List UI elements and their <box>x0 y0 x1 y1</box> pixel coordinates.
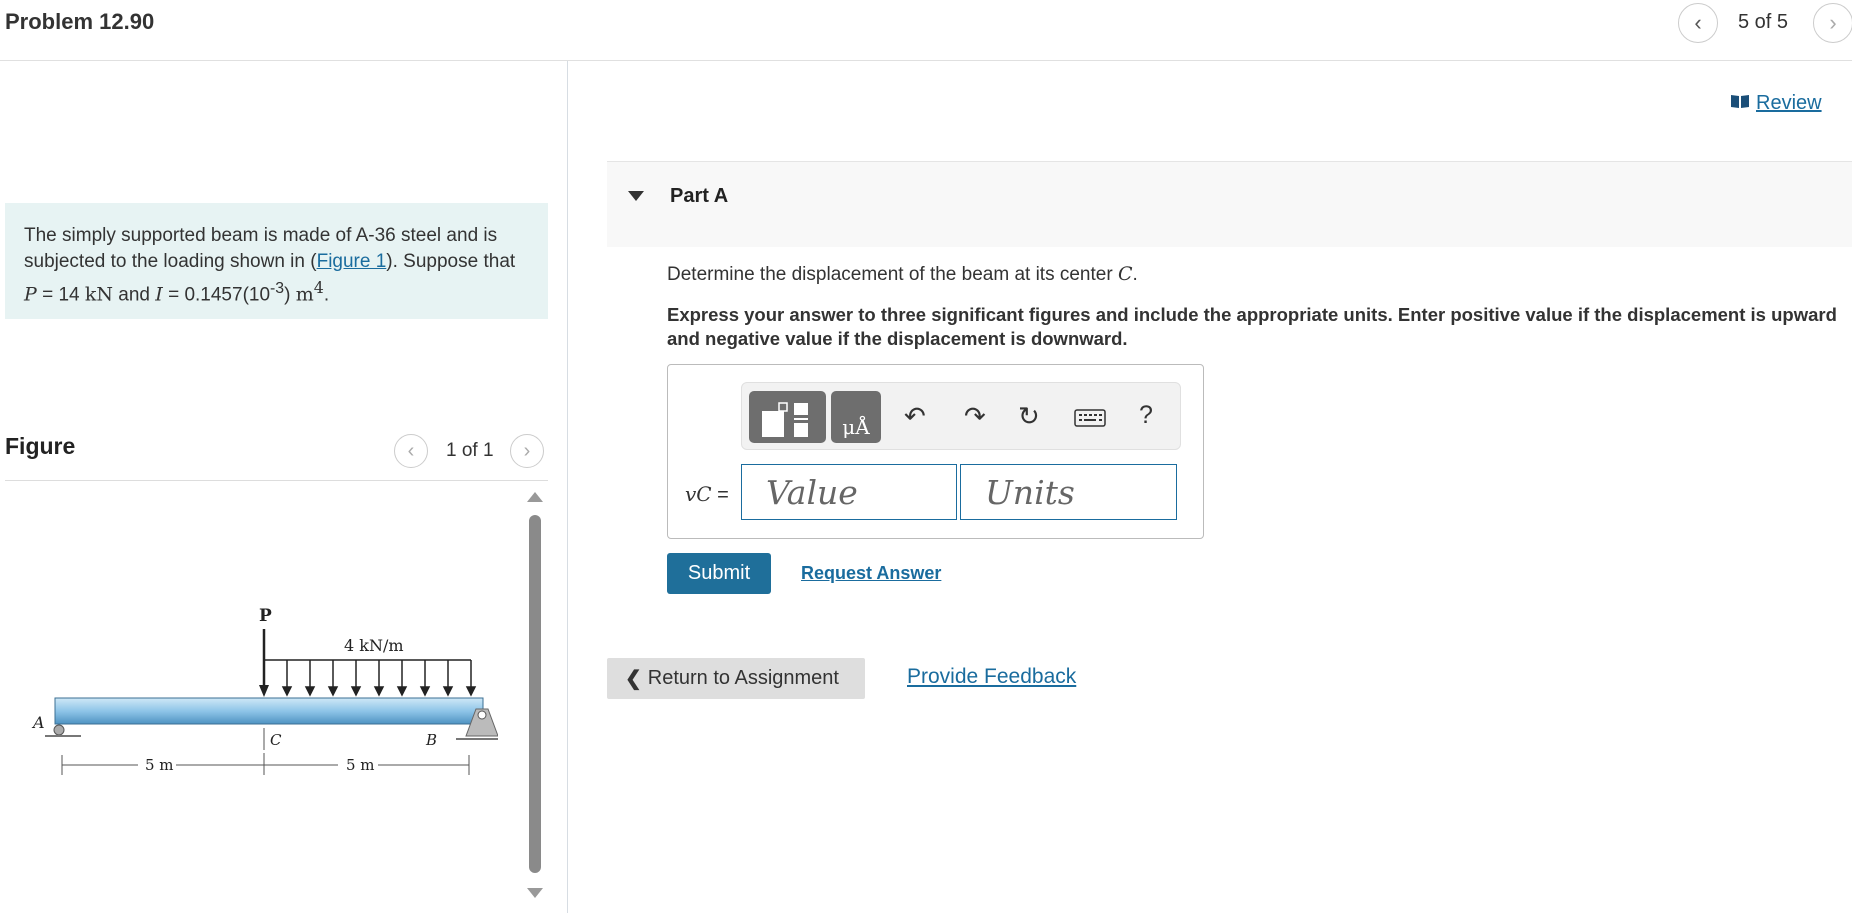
figure-scrollbar[interactable] <box>529 515 541 873</box>
beam-figure: P 4 kN/m A B C 5 m 5 m <box>31 606 498 775</box>
figure-scroll-up-arrow[interactable] <box>527 492 543 502</box>
point-c-label: C <box>270 731 282 749</box>
problem-title: Problem 12.90 <box>5 9 155 34</box>
next-problem-button[interactable]: › <box>1813 3 1852 43</box>
answer-instructions: Express your answer to three significant… <box>667 304 1837 349</box>
point-b-label: B <box>425 731 437 749</box>
problem-pager-text: 5 of 5 <box>1738 11 1789 33</box>
keyboard-icon[interactable] <box>1074 405 1106 436</box>
reset-icon[interactable]: ↻ <box>1018 401 1040 432</box>
point-a-label: A <box>31 713 45 732</box>
chevron-right-icon: › <box>523 439 531 462</box>
redo-icon[interactable]: ↷ <box>964 401 986 432</box>
distributed-load-label: 4 kN/m <box>344 636 404 655</box>
units-icon: μÅ <box>842 415 870 439</box>
math-toolbar: μÅ ↶ ↷ ↻ ? <box>741 382 1181 450</box>
answer-box: μÅ ↶ ↷ ↻ ? vC = Value Units <box>667 364 1204 539</box>
caret-down-icon[interactable] <box>628 191 644 201</box>
submit-button[interactable]: Submit <box>667 553 771 594</box>
request-answer-link[interactable]: Request Answer <box>801 563 941 584</box>
chevron-left-icon: ‹ <box>1694 10 1702 35</box>
return-to-assignment-button[interactable]: ❮ Return to Assignment <box>607 658 865 699</box>
undo-icon[interactable]: ↶ <box>904 401 926 432</box>
chevron-left-icon: ‹ <box>407 439 415 462</box>
figure-divider <box>5 480 548 481</box>
figure-next-button[interactable]: › <box>510 434 544 468</box>
pane-divider <box>567 61 568 913</box>
figure-pager-text: 1 of 1 <box>446 440 494 461</box>
previous-problem-button[interactable]: ‹ <box>1678 3 1718 43</box>
chevron-left-icon: ❮ <box>625 668 642 690</box>
problem-intro: The simply supported beam is made of A-3… <box>5 203 548 319</box>
variable-label: vC = <box>685 482 729 506</box>
templates-button[interactable] <box>749 391 826 443</box>
question-text: Determine the displacement of the beam a… <box>667 263 1138 285</box>
units-button[interactable]: μÅ <box>831 391 881 443</box>
chevron-right-icon: › <box>1829 10 1837 35</box>
beam <box>54 697 484 725</box>
dimension-right-label: 5 m <box>346 756 375 774</box>
dimension-left-label: 5 m <box>145 756 174 774</box>
review-link[interactable]: Review <box>1730 92 1822 115</box>
figure-link[interactable]: Figure 1 <box>317 251 387 272</box>
part-a-header[interactable] <box>607 161 1852 247</box>
book-icon <box>1730 92 1750 115</box>
figure-heading: Figure <box>5 433 76 459</box>
provide-feedback-link[interactable]: Provide Feedback <box>907 665 1076 689</box>
templates-icon <box>762 402 808 437</box>
help-icon[interactable]: ? <box>1139 401 1153 430</box>
value-input[interactable]: Value <box>741 464 957 520</box>
part-a-title: Part A <box>670 185 729 207</box>
figure-scroll-down-arrow[interactable] <box>527 888 543 898</box>
load-p-label: P <box>259 606 272 626</box>
units-input[interactable]: Units <box>960 464 1177 520</box>
top-bar: Problem 12.90 ‹ 5 of 5 › <box>0 0 1852 61</box>
figure-previous-button[interactable]: ‹ <box>394 434 428 468</box>
